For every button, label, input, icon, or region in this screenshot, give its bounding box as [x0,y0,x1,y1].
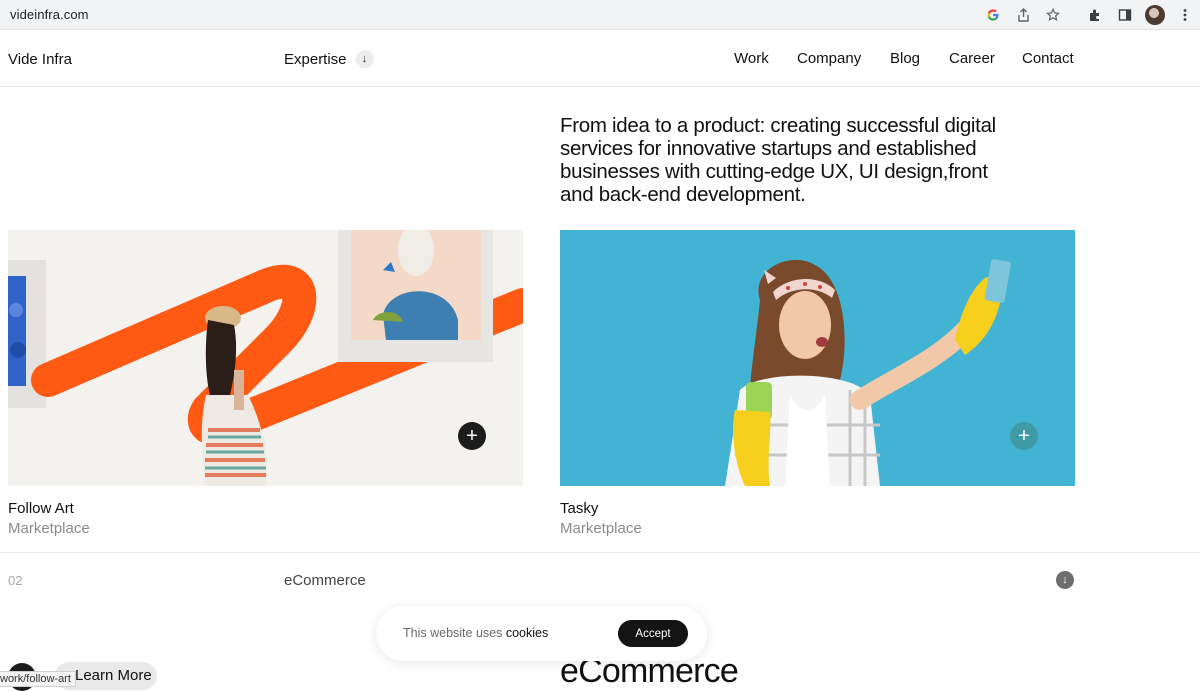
arrow-down-icon[interactable]: ↓ [1056,571,1074,589]
nav-link-career[interactable]: Career [949,50,995,67]
status-bar-url: work/follow-art [0,671,76,687]
expertise-dropdown[interactable]: Expertise ↓ [284,50,374,68]
expand-plus-icon-follow-art[interactable]: + [458,422,486,450]
cookie-message-text: This website uses [403,626,506,640]
card-category-follow-art: Marketplace [8,520,90,537]
google-icon[interactable] [978,0,1008,30]
accept-button[interactable]: Accept [618,620,688,647]
extensions-icon[interactable] [1080,0,1110,30]
share-icon[interactable] [1008,0,1038,30]
nav-link-work[interactable]: Work [734,50,769,67]
learn-more-label[interactable]: Learn More [75,667,152,684]
card-title-follow-art[interactable]: Follow Art [8,500,74,517]
browser-toolbar: videinfra.com [0,0,1200,30]
project-image-follow-art[interactable] [8,230,523,486]
expand-plus-icon-tasky[interactable]: + [1010,422,1038,450]
brand-logo[interactable]: Vide Infra [8,51,72,68]
card-category-tasky: Marketplace [560,520,642,537]
expertise-label: Expertise [284,50,347,68]
site-header: Vide Infra Expertise ↓ Work Company Blog… [0,31,1200,87]
section-label-ecommerce[interactable]: eCommerce [284,572,366,589]
cookie-message: This website uses cookies [403,626,548,640]
nav-link-company[interactable]: Company [797,50,861,67]
sidepanel-icon[interactable] [1110,0,1140,30]
cookies-link[interactable]: cookies [506,626,548,640]
menu-icon[interactable] [1170,0,1200,30]
profile-avatar[interactable] [1140,0,1170,30]
project-image-tasky[interactable] [560,230,1075,486]
address-bar[interactable]: videinfra.com [10,7,89,22]
hero-tagline: From idea to a product: creating success… [560,114,996,206]
nav-link-contact[interactable]: Contact [1022,50,1074,67]
cookie-banner: This website uses cookies Accept [376,606,707,661]
section-divider [0,552,1200,553]
arrow-down-icon: ↓ [355,50,374,68]
card-title-tasky[interactable]: Tasky [560,500,598,517]
star-icon[interactable] [1038,0,1068,30]
section-number: 02 [8,573,23,588]
nav-link-blog[interactable]: Blog [890,50,920,67]
